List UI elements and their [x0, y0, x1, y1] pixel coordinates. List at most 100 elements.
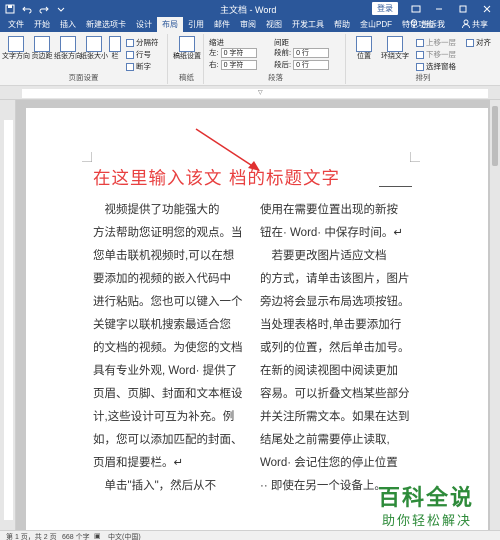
paragraph-line: 的方式，请单击该图片，图片 — [260, 273, 410, 285]
tab-help[interactable]: 帮助 — [329, 17, 355, 32]
tab-insert[interactable]: 插入 — [55, 17, 81, 32]
paragraph-line: 如，您可以添加匹配的封面、 — [93, 434, 243, 446]
size-button[interactable]: 纸张大小 — [80, 36, 108, 72]
share-label: 共享 — [472, 20, 488, 29]
undo-icon[interactable] — [20, 2, 34, 16]
paragraph-line: 结尾处之前需要停止读取, — [260, 434, 390, 446]
tab-file[interactable]: 文件 — [0, 17, 29, 32]
minimize-icon[interactable] — [428, 0, 450, 17]
draft-label: 稿纸 — [179, 73, 194, 82]
paragraph-line: 进行粘贴。您也可以键入一个 — [93, 296, 243, 308]
page-count[interactable]: 第 1 页，共 2 页 — [6, 532, 57, 540]
spacing-before-input[interactable]: 0 行 — [293, 47, 330, 58]
position-button[interactable]: 位置 — [352, 36, 376, 72]
tab-design[interactable]: 设计 — [131, 17, 157, 32]
paragraph-line: 若要更改图片适应文档 — [260, 250, 387, 262]
word-count[interactable]: 668 个字 — [62, 532, 90, 540]
watermark-logo: 百科全说 助你轻松解决 — [368, 478, 490, 530]
scroll-thumb[interactable] — [492, 106, 498, 166]
title-bar: 主文档 - Word 登录 — [0, 0, 500, 17]
crop-mark-top-right — [410, 152, 420, 162]
send-backward-button[interactable]: 下移一层 — [416, 49, 456, 60]
paragraph-line: 您单击联机视频时,可以在想 — [93, 250, 235, 262]
align-label: 对齐 — [476, 38, 491, 47]
position-label: 位置 — [357, 53, 371, 60]
tell-me-box[interactable]: 告诉我 — [410, 17, 445, 32]
redo-icon[interactable] — [37, 2, 51, 16]
spacing-after-input[interactable]: 0 行 — [293, 59, 330, 70]
close-icon[interactable] — [476, 0, 498, 17]
position-icon — [356, 36, 372, 52]
text-column-right[interactable]: 使用在需要位置出现的新按 钮在· Word· 中保存时间。↵ 若要更改图片适应文… — [260, 199, 420, 498]
paragraph-line: 页眉、页脚、封面和文本框设 — [93, 388, 243, 400]
tab-home[interactable]: 开始 — [29, 17, 55, 32]
wrap-text-label: 环绕文字 — [381, 53, 409, 60]
columns-label: 栏 — [111, 53, 119, 60]
size-icon — [86, 36, 102, 52]
hyphenation-button[interactable]: 断字 — [126, 61, 151, 72]
page-setup-label: 页面设置 — [68, 73, 99, 82]
tab-view[interactable]: 视图 — [261, 17, 287, 32]
paragraph-line: 视频提供了功能强大的 — [93, 204, 220, 216]
arrange-label: 排列 — [415, 73, 431, 82]
align-icon — [466, 38, 474, 47]
share-button[interactable]: 共享 — [462, 17, 488, 32]
proofing-icon[interactable]: ▣ — [94, 532, 101, 540]
hyphenation-icon — [126, 62, 134, 71]
draft-settings-button[interactable]: 稿纸设置 — [173, 36, 201, 72]
indent-right-row: 右: 0 字符 — [209, 59, 257, 70]
line-numbers-button[interactable]: 行号 — [126, 49, 151, 60]
indent-left-input[interactable]: 0 字符 — [220, 47, 257, 58]
paragraph-line: 的文档的视频。为使您的文档 — [93, 342, 243, 354]
line-numbers-icon — [126, 50, 134, 59]
ruler-marker[interactable]: ▽ — [258, 89, 263, 96]
horizontal-ruler[interactable]: ▽ — [0, 86, 500, 100]
breaks-icon — [126, 38, 134, 47]
paragraph-line: 关键字以联机搜索最适合您 — [93, 319, 231, 331]
customize-icon[interactable] — [54, 2, 68, 16]
paragraph-line: 在新的阅读视图中阅读更加 — [260, 365, 398, 377]
columns-icon — [109, 36, 121, 52]
ruler-strip — [22, 89, 488, 98]
text-column-left[interactable]: 视频提供了功能强大的 方法帮助您证明您的观点。当 您单击联机视频时,可以在想 要… — [93, 199, 245, 498]
indent-right-input[interactable]: 0 字符 — [220, 59, 257, 70]
tab-developer[interactable]: 开发工具 — [287, 17, 329, 32]
tab-mailings[interactable]: 邮件 — [209, 17, 235, 32]
selection-pane-button[interactable]: 选择窗格 — [416, 61, 456, 72]
send-backward-label: 下移一层 — [426, 50, 456, 59]
vertical-scrollbar[interactable] — [490, 100, 500, 530]
text-direction-button[interactable]: 文字方向 — [2, 36, 30, 72]
wrap-text-button[interactable]: 环绕文字 — [380, 36, 410, 72]
bring-forward-button[interactable]: 上移一层 — [416, 37, 456, 48]
margins-button[interactable]: 页边距 — [30, 36, 54, 72]
page-setup-group: 文字方向 页边距 纸张方向 纸张大小 栏 分隔符 行号 断字 页面设置 — [0, 34, 168, 84]
paragraph-group: 缩进 间距 左: 0 字符 右: 0 字符 段前: 0 行 段后: 0 行 段落 — [206, 34, 346, 84]
tab-pdf[interactable]: 金山PDF — [355, 17, 397, 32]
save-icon[interactable] — [3, 2, 17, 16]
quick-access-toolbar — [0, 0, 71, 17]
orientation-label: 纸张方向 — [54, 53, 82, 60]
tab-layout[interactable]: 布局 — [157, 17, 183, 32]
tab-references[interactable]: 引用 — [183, 17, 209, 32]
ribbon: 文字方向 页边距 纸张方向 纸张大小 栏 分隔符 行号 断字 页面设置 稿纸设置… — [0, 32, 500, 86]
maximize-icon[interactable] — [452, 0, 474, 17]
columns-button[interactable]: 栏 — [108, 36, 122, 72]
annotation-arrow — [195, 128, 260, 171]
tab-new[interactable]: 新建选项卡 — [81, 17, 131, 32]
language-status[interactable]: 中文(中国) — [108, 532, 141, 540]
paragraph-line: 或列的位置，然后单击加号。 — [260, 342, 410, 354]
hyphenation-label: 断字 — [136, 62, 151, 71]
paragraph-label: 段落 — [268, 73, 283, 82]
tab-review[interactable]: 审阅 — [235, 17, 261, 32]
breaks-button[interactable]: 分隔符 — [126, 37, 159, 48]
paragraph-line: 计,这些设计可互为补充。例 — [93, 411, 235, 423]
orientation-button[interactable]: 纸张方向 — [54, 36, 82, 72]
draft-icon — [179, 36, 195, 52]
align-button[interactable]: 对齐 — [466, 37, 491, 48]
login-button[interactable]: 登录 — [372, 2, 398, 15]
selection-pane-label: 选择窗格 — [426, 62, 456, 71]
selection-pane-icon — [416, 62, 424, 71]
vertical-ruler[interactable] — [0, 100, 16, 530]
ribbon-display-icon[interactable] — [405, 0, 427, 17]
paragraph-line: 钮在· Word· 中保存时间。↵ — [260, 227, 403, 239]
